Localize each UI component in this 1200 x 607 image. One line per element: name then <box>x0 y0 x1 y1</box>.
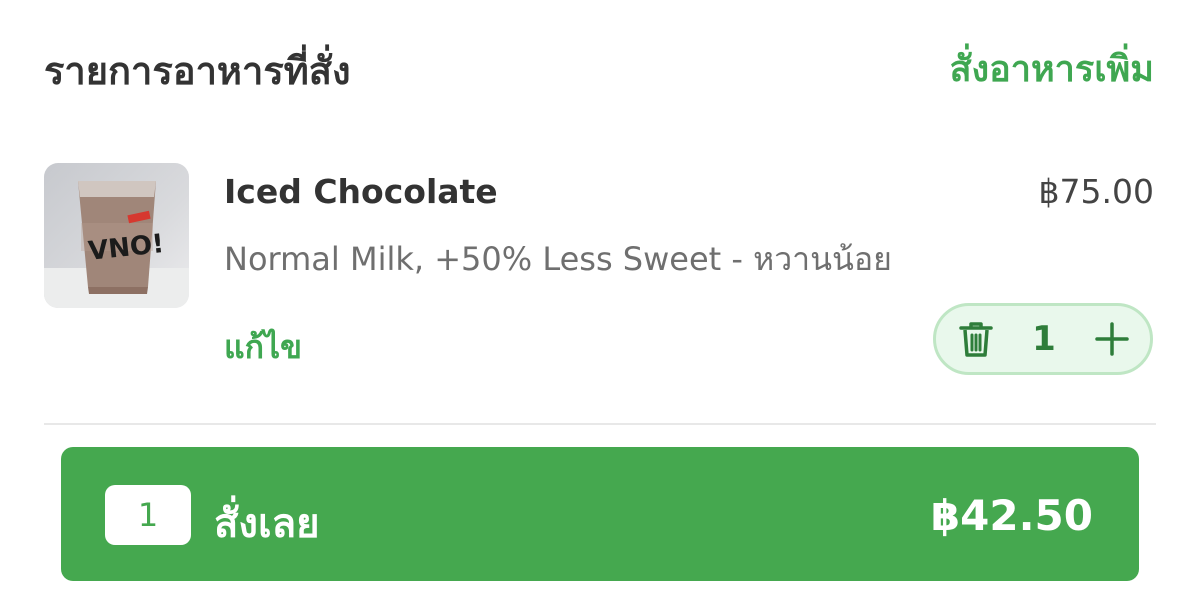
order-total: ฿42.50 <box>930 491 1093 540</box>
trash-icon <box>959 322 993 357</box>
quantity-value: 1 <box>1032 319 1056 359</box>
add-more-food-link[interactable]: สั่งอาหารเพิ่ม <box>950 40 1154 97</box>
item-options: Normal Milk, +50% Less Sweet - หวานน้อย <box>224 240 892 278</box>
page-title: รายการอาหารที่สั่ง <box>44 49 351 93</box>
divider <box>44 423 1156 425</box>
item-name: Iced Chocolate <box>224 172 498 211</box>
order-now-button[interactable]: 1 สั่งเลย ฿42.50 <box>61 447 1139 581</box>
iced-chocolate-cup-icon: VNO! <box>44 181 189 308</box>
increase-quantity-button[interactable] <box>1092 319 1132 359</box>
item-count-badge: 1 <box>105 485 191 545</box>
plus-icon <box>1095 322 1129 356</box>
item-thumbnail: VNO! <box>44 163 189 308</box>
edit-item-link[interactable]: แก้ไข <box>224 322 302 373</box>
delete-item-button[interactable] <box>956 319 996 359</box>
quantity-stepper: 1 <box>933 303 1153 375</box>
order-now-label: สั่งเลย <box>214 501 320 547</box>
item-price: ฿75.00 <box>1038 172 1154 211</box>
